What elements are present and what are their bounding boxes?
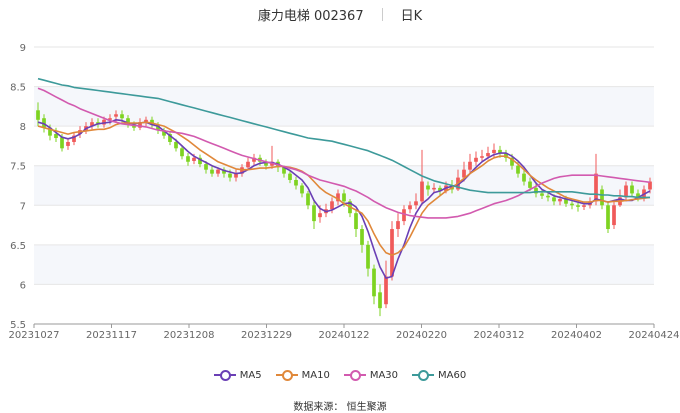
candle-up	[432, 187, 436, 190]
candle-down	[300, 185, 304, 194]
kline-chart: 5.566.577.588.5920231027 20231117 20231208…	[9, 43, 680, 341]
candle-up	[624, 185, 628, 198]
legend-marker-ma60	[412, 369, 435, 381]
y-tick-label: 7.5	[10, 162, 26, 173]
x-tick-label: 20240220	[396, 330, 447, 341]
candle-up	[558, 198, 562, 202]
candle-up	[390, 229, 394, 277]
candle-down	[210, 169, 214, 174]
candle-down	[294, 179, 298, 186]
candle-up	[492, 149, 496, 154]
candle-down	[576, 205, 580, 207]
candle-up	[396, 221, 400, 230]
candle-down	[600, 189, 604, 206]
candle-up	[192, 157, 196, 161]
candle-up	[216, 169, 220, 174]
legend-item-ma5[interactable]: MA5	[213, 369, 262, 381]
y-tick-label: 6.5	[10, 241, 26, 252]
candle-down	[354, 213, 358, 230]
candle-down	[522, 173, 526, 182]
candle-down	[630, 185, 634, 194]
legend-label-ma5: MA5	[239, 369, 262, 381]
candle-down	[552, 197, 556, 202]
y-tick-label: 7	[20, 201, 26, 212]
candle-down	[378, 292, 382, 309]
x-tick-label: 20231208	[164, 330, 215, 341]
legend-item-ma30[interactable]: MA30	[343, 369, 399, 381]
legend-marker-ma10	[275, 369, 298, 381]
candle-up	[246, 161, 250, 168]
candle-up	[330, 201, 334, 210]
x-tick-label: 20231229	[241, 330, 292, 341]
candle-down	[570, 203, 574, 206]
candle-down	[306, 193, 310, 206]
candle-down	[426, 185, 430, 190]
x-tick-label: 20231027	[9, 330, 60, 341]
legend-label-ma60: MA60	[438, 369, 467, 381]
candle-down	[174, 141, 178, 149]
candle-up	[474, 157, 478, 162]
candle-down	[546, 195, 550, 198]
candle-up	[408, 205, 412, 210]
candle-up	[414, 201, 418, 206]
candle-down	[606, 205, 610, 230]
candle-down	[366, 244, 370, 269]
candle-down	[342, 193, 346, 202]
legend-label-ma10: MA10	[301, 369, 330, 381]
grid-band	[34, 244, 654, 285]
y-tick-label: 8	[20, 122, 26, 133]
candle-down	[528, 181, 532, 188]
candle-up	[420, 181, 424, 202]
legend-marker-ma5	[213, 369, 236, 381]
candle-down	[54, 134, 58, 139]
candle-up	[612, 205, 616, 226]
candle-down	[186, 156, 190, 162]
candle-down	[36, 110, 40, 120]
candle-up	[582, 205, 586, 207]
x-tick-label: 20240122	[319, 330, 370, 341]
data-source: 数据来源： 恒生聚源	[293, 402, 387, 413]
y-tick-label: 9	[20, 43, 26, 54]
candle-down	[180, 148, 184, 157]
x-tick-label: 20231117	[86, 330, 137, 341]
legend-item-ma10[interactable]: MA10	[275, 369, 330, 381]
legend-item-ma60[interactable]: MA60	[412, 369, 466, 381]
candle-down	[540, 193, 544, 196]
candle-up	[468, 161, 472, 170]
candle-up	[66, 141, 70, 146]
candle-down	[120, 114, 124, 119]
candle-up	[402, 209, 406, 222]
candle-up	[486, 153, 490, 157]
x-tick-label: 20240402	[551, 330, 602, 341]
candle-up	[480, 156, 484, 158]
candle-down	[372, 268, 376, 297]
y-tick-label: 8.5	[10, 83, 26, 94]
candle-down	[360, 229, 364, 245]
candle-down	[516, 165, 520, 174]
candle-down	[312, 205, 316, 222]
candle-down	[228, 173, 232, 178]
x-tick-label: 20240424	[629, 330, 680, 341]
legend-label-ma30: MA30	[369, 369, 399, 381]
legend: MA5 MA10 MA30 MA60	[0, 366, 680, 384]
candle-up	[114, 114, 118, 117]
x-tick-label: 20240312	[474, 330, 525, 341]
candle-down	[60, 137, 64, 149]
candle-up	[384, 276, 388, 305]
candle-down	[204, 164, 208, 170]
candle-up	[318, 213, 322, 218]
legend-marker-ma30	[343, 369, 366, 381]
candle-down	[288, 173, 292, 180]
y-tick-label: 6	[20, 280, 26, 291]
candle-up	[594, 173, 598, 202]
